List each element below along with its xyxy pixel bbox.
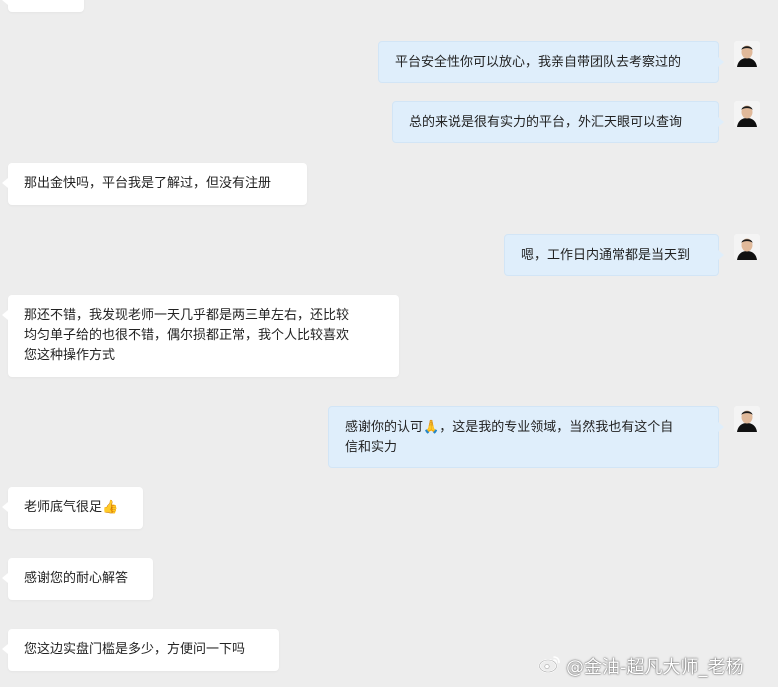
message-bubble-incoming: 那还不错，我发现老师一天几乎都是两三单左右，还比较 均匀单子给的也很不错，偶尔损…	[2, 295, 399, 377]
user-avatar-icon[interactable]	[734, 101, 760, 127]
message-bubble-incoming: 那出金快吗，平台我是了解过，但没有注册	[2, 163, 307, 205]
message-text: 嗯，工作日内通常都是当天到	[521, 248, 691, 263]
message-text-line: 您这种操作方式	[24, 348, 116, 363]
user-avatar-icon[interactable]	[734, 406, 760, 432]
watermark-text: @金油-超凡大师_老杨	[566, 657, 744, 678]
message-text: 感谢你的认可	[345, 420, 424, 435]
message-bubble-partial	[2, 0, 84, 12]
message-bubble-incoming: 老师底气很足👍	[2, 487, 143, 529]
message-bubble-outgoing: 感谢你的认可🙏，这是我的专业领域，当然我也有这个自 信和实力	[328, 406, 724, 468]
message-text-line: 那还不错，我发现老师一天几乎都是两三单左右，还比较	[24, 308, 350, 323]
user-avatar-icon[interactable]	[734, 41, 760, 67]
thumbs-up-icon: 👍	[102, 500, 119, 515]
message-text: 平台安全性你可以放心，我亲自带团队去考察过的	[395, 55, 682, 70]
message-text: 感谢您的耐心解答	[24, 571, 129, 586]
message-text-line: 感谢你的认可🙏，这是我的专业领域，当然我也有这个自	[345, 418, 702, 438]
message-bubble-incoming: 感谢您的耐心解答	[2, 558, 153, 600]
message-text: 总的来说是很有实力的平台，外汇天眼可以查询	[409, 115, 683, 130]
message-text: 老师底气很足	[24, 500, 103, 515]
message-text-line: 均匀单子给的也很不错，偶尔损都正常，我个人比较喜欢	[24, 328, 350, 343]
user-avatar-icon[interactable]	[734, 234, 760, 260]
weibo-logo-icon	[538, 654, 562, 679]
message-bubble-outgoing: 嗯，工作日内通常都是当天到	[504, 234, 724, 276]
message-text-line: 信和实力	[345, 440, 398, 455]
message-bubble-outgoing: 总的来说是很有实力的平台，外汇天眼可以查询	[392, 101, 724, 143]
watermark: @金油-超凡大师_老杨	[538, 652, 744, 680]
clasped-hands-icon: 🙏	[423, 420, 440, 435]
message-text: 那出金快吗，平台我是了解过，但没有注册	[24, 176, 272, 191]
message-bubble-outgoing: 平台安全性你可以放心，我亲自带团队去考察过的	[378, 41, 724, 83]
message-text: ，这是我的专业领域，当然我也有这个自	[439, 420, 674, 435]
message-text: 您这边实盘门槛是多少，方便问一下吗	[24, 642, 246, 657]
message-bubble-incoming: 您这边实盘门槛是多少，方便问一下吗	[2, 629, 279, 671]
